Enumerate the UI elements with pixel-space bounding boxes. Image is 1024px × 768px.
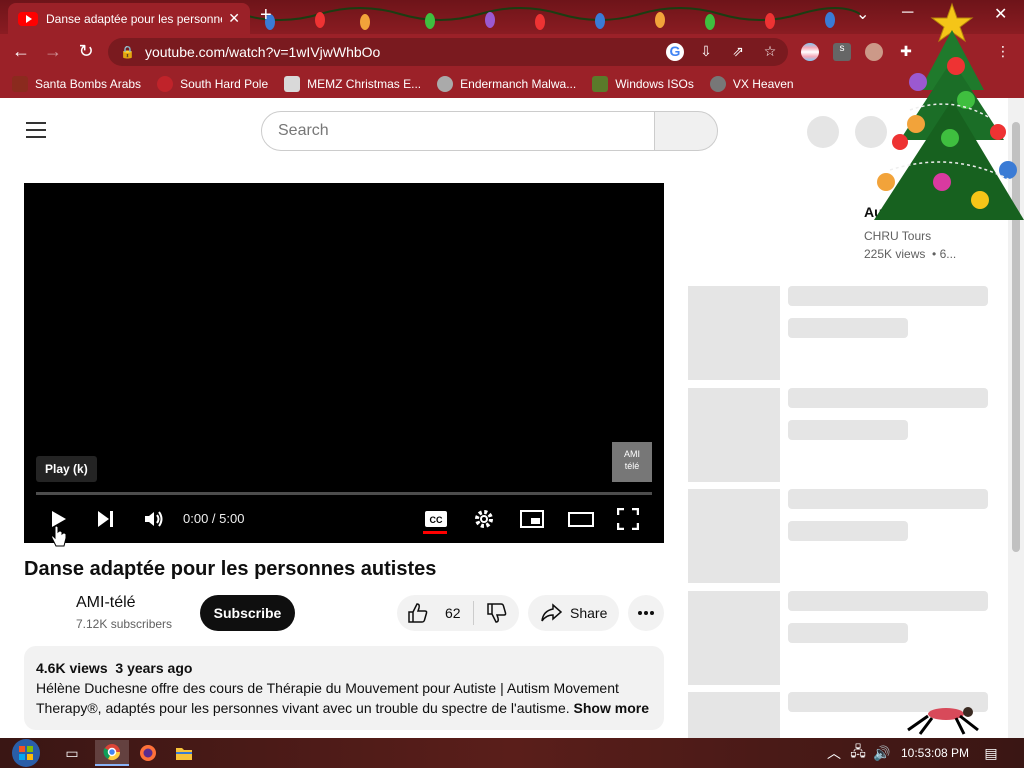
progress-bar[interactable] xyxy=(36,492,652,495)
back-button[interactable]: ← xyxy=(10,41,32,62)
thumbs-up-icon[interactable] xyxy=(407,602,429,624)
firefox-logo-icon xyxy=(140,745,156,761)
like-divider xyxy=(472,601,474,625)
chrome-logo-icon xyxy=(103,744,121,761)
skeleton-thumbnail xyxy=(688,286,780,380)
subscriber-count: 7.12K subscribers xyxy=(76,617,173,631)
system-clock[interactable]: 10:53:08 PM xyxy=(901,746,969,760)
channel-watermark[interactable]: AMI télé xyxy=(612,442,652,482)
skeleton-line xyxy=(788,489,988,509)
firefox-taskbar-icon[interactable] xyxy=(131,740,165,766)
view-stats: 4.6K views 3 years ago xyxy=(36,660,193,676)
share-button[interactable]: Share xyxy=(528,595,619,631)
tab-close-icon[interactable]: ✕ xyxy=(228,10,240,27)
subscribe-button[interactable]: Subscribe xyxy=(200,595,295,631)
christmas-lights-decoration xyxy=(240,7,860,30)
volume-tray-icon[interactable]: 🔊 xyxy=(872,740,892,766)
windows-logo-icon xyxy=(12,739,40,767)
tree-icon xyxy=(592,76,609,92)
description-box[interactable]: 4.6K views 3 years ago Hélène Duchesne o… xyxy=(24,646,664,730)
youtube-header: Search xyxy=(0,98,1008,162)
address-bar[interactable]: 🔒 youtube.com/watch?v=1wIVjwWhbOo xyxy=(108,38,788,66)
thumbs-down-icon[interactable] xyxy=(486,602,508,624)
time-display: 0:00 / 5:00 xyxy=(183,511,245,526)
video-title: Danse adaptée pour les personnes autiste… xyxy=(24,558,437,580)
skeleton-thumbnail xyxy=(688,591,780,685)
subtitles-active-indicator xyxy=(423,531,447,534)
folder-icon xyxy=(176,748,192,760)
like-count[interactable]: 62 xyxy=(445,605,461,621)
bookmark-icon xyxy=(12,76,28,92)
channel-avatar[interactable] xyxy=(24,593,64,633)
skeleton-line xyxy=(788,521,908,541)
forward-button[interactable]: → xyxy=(42,41,64,62)
bookmark-star-icon[interactable]: ☆ xyxy=(761,43,779,61)
play-tooltip: Play (k) xyxy=(36,456,97,482)
skeleton-line xyxy=(788,420,908,440)
svg-text:CC: CC xyxy=(430,515,443,525)
skeleton-thumbnail xyxy=(688,692,780,738)
settings-gear-icon[interactable] xyxy=(473,508,495,530)
extension-flag-icon[interactable] xyxy=(801,43,819,61)
next-icon[interactable] xyxy=(96,510,116,528)
lock-icon[interactable]: 🔒 xyxy=(120,45,135,59)
show-more-link[interactable]: Show more xyxy=(574,700,649,716)
url-text: youtube.com/watch?v=1wIVjwWhbOo xyxy=(144,44,381,60)
search-button[interactable] xyxy=(654,111,718,151)
subtitles-cc-icon[interactable]: CC xyxy=(424,509,448,529)
skeleton-line xyxy=(788,286,988,306)
channel-name[interactable]: AMI-télé xyxy=(76,594,136,612)
snowflake-icon xyxy=(157,76,174,92)
network-icon[interactable]: 🖧 xyxy=(848,740,868,766)
bookmark-item[interactable]: Santa Bombs Arabs xyxy=(12,76,141,92)
bookmark-item[interactable]: VX Heaven xyxy=(709,76,794,92)
windows-taskbar: ▭ ︿ 🖧 🔊 10:53:08 PM ▤ xyxy=(0,738,1024,768)
notifications-icon[interactable]: ▤ xyxy=(980,740,1002,766)
skeleton-line xyxy=(788,591,988,611)
bookmark-item[interactable]: Windows ISOs xyxy=(592,76,694,92)
search-input[interactable]: Search xyxy=(261,111,655,151)
skeleton-thumbnail xyxy=(688,388,780,482)
description-text: Hélène Duchesne offre des cours de Théra… xyxy=(36,680,649,716)
show-hidden-icons-chevron-icon[interactable]: ︿ xyxy=(824,740,844,766)
skeleton-line xyxy=(788,623,908,643)
chrome-taskbar-icon[interactable] xyxy=(95,740,129,766)
like-dislike-group: 62 xyxy=(397,595,519,631)
christmas-tree-decoration xyxy=(874,2,1024,220)
start-button[interactable] xyxy=(8,739,44,767)
task-view-icon[interactable]: ▭ xyxy=(55,740,89,766)
more-actions-button[interactable] xyxy=(628,595,664,631)
skeleton-line xyxy=(788,318,908,338)
hand-cursor-icon xyxy=(51,525,67,547)
recommended-stats: 225K views • 6... xyxy=(864,247,957,261)
share-page-icon[interactable]: ⇗ xyxy=(729,43,747,61)
tab-youtube-video[interactable]: Danse adaptée pour les personnes autiste… xyxy=(8,3,250,34)
memz-icon xyxy=(284,76,301,92)
skull-icon xyxy=(437,76,454,92)
reload-button[interactable]: ↻ xyxy=(75,41,97,62)
share-arrow-icon xyxy=(541,603,562,622)
menu-hamburger-icon[interactable] xyxy=(26,122,46,143)
bookmark-item[interactable]: MEMZ Christmas E... xyxy=(284,76,421,92)
skeleton-line xyxy=(788,388,988,408)
volume-icon[interactable] xyxy=(143,509,165,529)
google-lens-icon[interactable]: G xyxy=(666,43,684,61)
miniplayer-icon[interactable] xyxy=(520,509,544,529)
theater-mode-icon[interactable] xyxy=(568,509,594,529)
fullscreen-icon[interactable] xyxy=(617,508,639,530)
header-placeholder-icon[interactable] xyxy=(807,116,839,148)
more-horizontal-icon xyxy=(638,611,654,615)
tab-title: Danse adaptée pour les personnes autiste… xyxy=(46,11,222,26)
video-player[interactable]: Play (k) AMI télé 0:00 / 5:00 CC xyxy=(24,183,664,543)
extension-s-icon[interactable]: s xyxy=(833,43,851,61)
crawling-figure-decoration xyxy=(907,707,979,735)
biohazard-icon xyxy=(709,76,726,92)
youtube-favicon-icon xyxy=(18,11,38,26)
bookmark-item[interactable]: Endermanch Malwa... xyxy=(437,76,576,92)
file-explorer-taskbar-icon[interactable] xyxy=(167,740,201,766)
new-tab-button[interactable]: + xyxy=(260,4,272,27)
install-app-icon[interactable]: ⇩ xyxy=(697,43,715,61)
skeleton-thumbnail xyxy=(688,489,780,583)
bookmark-item[interactable]: South Hard Pole xyxy=(157,76,268,92)
